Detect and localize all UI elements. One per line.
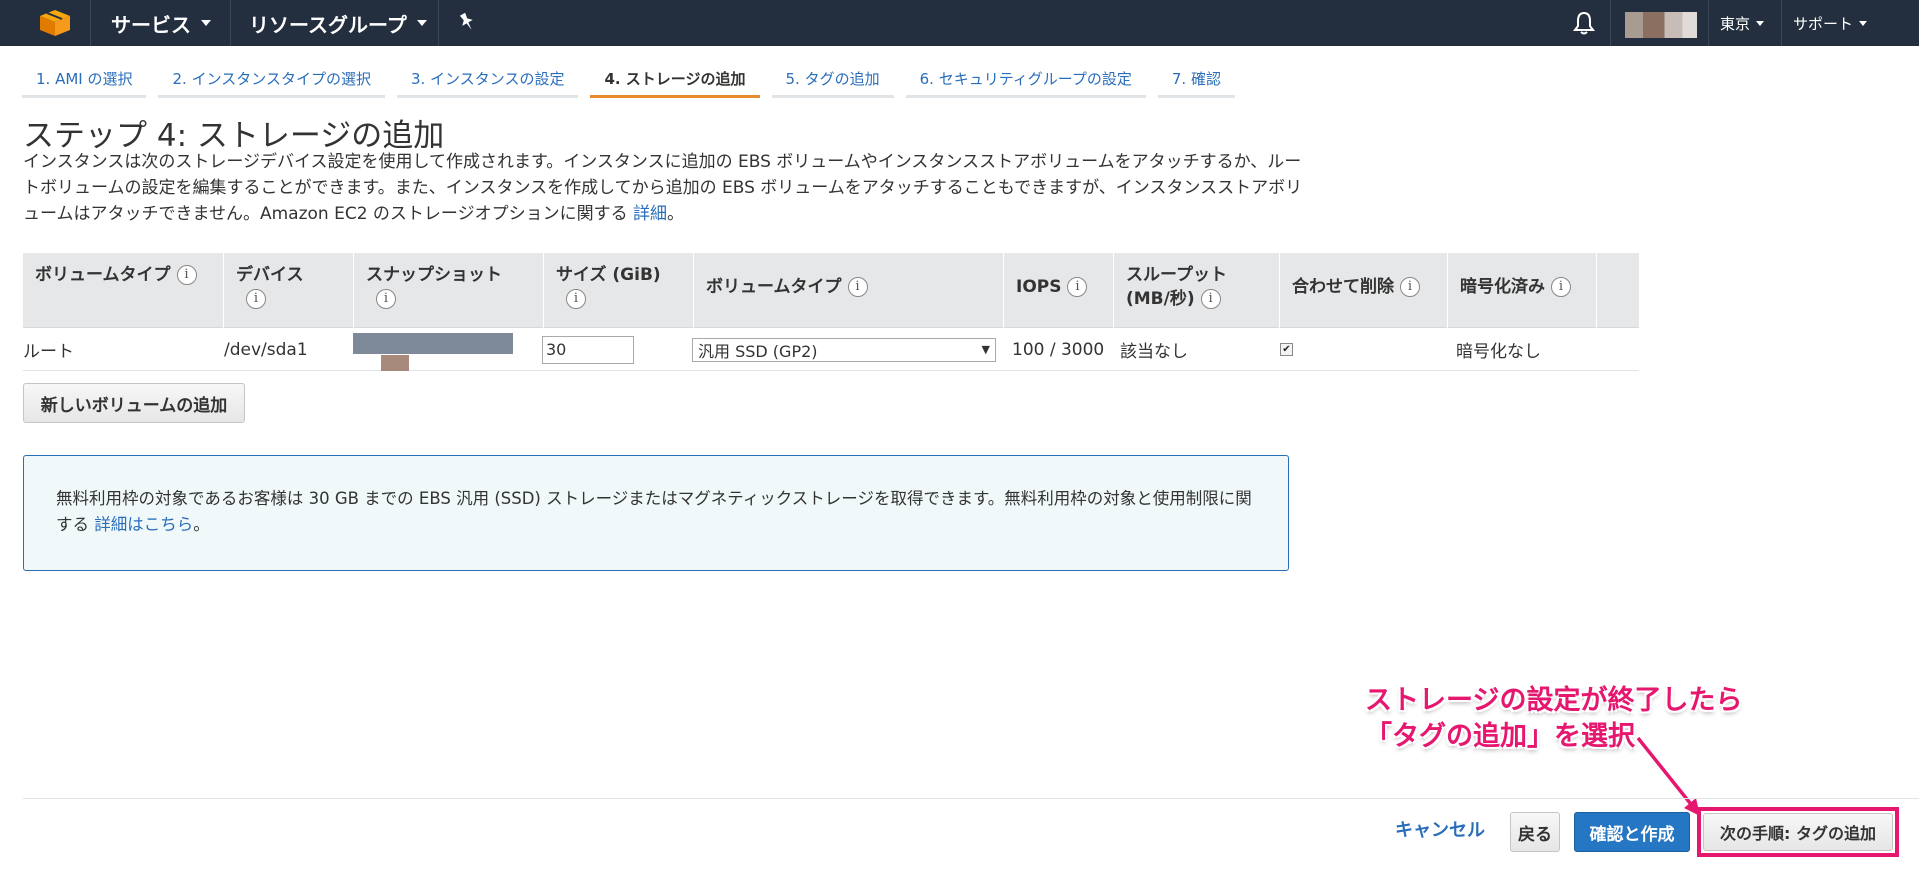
header-label: デバイス bbox=[236, 265, 304, 285]
tab-step-6-security-group[interactable]: 6. セキュリティグループの設定 bbox=[905, 62, 1146, 98]
header-label: スナップショット bbox=[366, 265, 502, 285]
info-icon[interactable]: i bbox=[246, 289, 266, 309]
free-tier-notice: 無料利用枠の対象であるお客様は 30 GB までの EBS 汎用 (SSD) ス… bbox=[23, 455, 1289, 571]
header-label: ボリュームタイプ bbox=[35, 265, 171, 285]
header-label: スループット bbox=[1126, 265, 1227, 285]
info-icon[interactable]: i bbox=[1551, 277, 1571, 297]
info-icon[interactable]: i bbox=[176, 265, 197, 285]
region-menu[interactable]: 東京 bbox=[1720, 0, 1765, 46]
cell-throughput: 該当なし bbox=[1120, 342, 1188, 362]
cell-device: /dev/sda1 bbox=[224, 339, 308, 360]
header-iops: IOPS i bbox=[1003, 253, 1113, 328]
footer-divider bbox=[23, 798, 1919, 799]
annotation-line-1: ストレージの設定が終了したら bbox=[1365, 685, 1743, 716]
tab-step-7-review[interactable]: 7. 確認 bbox=[1157, 62, 1235, 98]
support-label: サポート bbox=[1793, 14, 1854, 33]
annotation-arrow-icon bbox=[1636, 736, 1700, 816]
info-icon[interactable]: i bbox=[376, 289, 396, 309]
cell-snapshot bbox=[353, 330, 513, 373]
nav-divider bbox=[90, 0, 91, 46]
header-delete-on-termination: 合わせて削除 i bbox=[1279, 253, 1447, 328]
cell-volume-type-select: 汎用 SSD (GP2) ▼ bbox=[692, 328, 996, 371]
header-device: デバイス i bbox=[223, 253, 353, 328]
next-button-highlight: 次の手順: タグの追加 bbox=[1697, 807, 1899, 857]
tab-step-5-tags[interactable]: 5. タグの追加 bbox=[771, 62, 894, 98]
size-input[interactable] bbox=[542, 335, 634, 364]
nav-divider bbox=[438, 0, 439, 46]
header-snapshot: スナップショット i bbox=[353, 253, 543, 328]
chevron-down-icon bbox=[416, 20, 427, 26]
header-label: 暗号化済み bbox=[1460, 277, 1545, 297]
info-icon[interactable]: i bbox=[847, 277, 868, 297]
cell-volume-type: ルート bbox=[23, 342, 74, 362]
info-icon[interactable]: i bbox=[1067, 277, 1088, 297]
resource-groups-label: リソースグループ bbox=[249, 12, 407, 37]
add-new-volume-button[interactable]: 新しいボリュームの追加 bbox=[23, 383, 245, 423]
nav-divider bbox=[1708, 0, 1709, 46]
cell-encrypted: 暗号化なし bbox=[1456, 342, 1541, 362]
table-row: ルート /dev/sda1 汎用 SSD (GP2) ▼ 100 / 3000 … bbox=[23, 328, 1639, 371]
header-label: サイズ (GiB) bbox=[556, 265, 661, 285]
chevron-down-icon bbox=[1859, 20, 1868, 26]
chevron-down-icon bbox=[1756, 20, 1765, 26]
nav-divider bbox=[1610, 0, 1611, 46]
page-description: インスタンスは次のストレージデバイス設定を使用して作成されます。インスタンスに追… bbox=[23, 149, 1313, 227]
header-label: IOPS bbox=[1016, 277, 1062, 297]
description-end: 。 bbox=[667, 204, 684, 224]
header-label: 合わせて削除 bbox=[1292, 277, 1394, 297]
header-volume-type-select: ボリュームタイプ i bbox=[693, 253, 1003, 328]
notice-end: 。 bbox=[193, 515, 210, 534]
header-volume-type: ボリュームタイプ i bbox=[23, 253, 223, 328]
notification-bell-icon[interactable] bbox=[1572, 10, 1596, 36]
header-label: ボリュームタイプ bbox=[706, 277, 842, 297]
tab-step-1-ami[interactable]: 1. AMI の選択 bbox=[22, 62, 147, 98]
nav-divider bbox=[230, 0, 231, 46]
support-menu[interactable]: サポート bbox=[1793, 0, 1868, 46]
info-icon[interactable]: i bbox=[566, 289, 586, 309]
header-encrypted: 暗号化済み i bbox=[1447, 253, 1597, 328]
volume-type-select[interactable]: 汎用 SSD (GP2) ▼ bbox=[692, 337, 996, 362]
aws-cube-logo-icon[interactable] bbox=[38, 9, 72, 37]
table-header: ボリュームタイプ i デバイス i スナップショット i サイズ (GiB) i ボリュ… bbox=[23, 253, 1639, 328]
header-unit: (MB/秒) bbox=[1126, 289, 1195, 309]
wizard-steps: 1. AMI の選択 2. インスタンスタイプの選択 3. インスタンスの設定 … bbox=[22, 62, 1247, 98]
delete-on-termination-checkbox[interactable]: ✔ bbox=[1280, 343, 1293, 356]
cell-size bbox=[542, 328, 634, 371]
dropdown-arrow-icon: ▼ bbox=[981, 343, 990, 356]
cell-iops: 100 / 3000 bbox=[1012, 339, 1105, 360]
header-throughput: スループット (MB/秒) i bbox=[1113, 253, 1279, 328]
header-size: サイズ (GiB) i bbox=[543, 253, 693, 328]
top-navigation: サービス リソースグループ 東京 サポート bbox=[0, 0, 1919, 46]
tab-step-4-storage[interactable]: 4. ストレージの追加 bbox=[590, 62, 760, 98]
resource-groups-menu[interactable]: リソースグループ bbox=[249, 0, 427, 46]
services-menu[interactable]: サービス bbox=[111, 0, 211, 46]
storage-table: ボリュームタイプ i デバイス i スナップショット i サイズ (GiB) i ボリュ… bbox=[23, 253, 1639, 371]
tab-step-3-instance-config[interactable]: 3. インスタンスの設定 bbox=[396, 62, 579, 98]
notice-text: 無料利用枠の対象であるお客様は 30 GB までの EBS 汎用 (SSD) ス… bbox=[56, 489, 1252, 534]
next-add-tags-button[interactable]: 次の手順: タグの追加 bbox=[1703, 813, 1893, 851]
tab-step-2-instance-type[interactable]: 2. インスタンスタイプの選択 bbox=[158, 62, 385, 98]
snapshot-id-redacted bbox=[353, 332, 513, 371]
cell-delete-on-termination: ✔ bbox=[1280, 328, 1293, 371]
nav-divider bbox=[1781, 0, 1782, 46]
details-link[interactable]: 詳細 bbox=[633, 204, 667, 224]
notice-details-link[interactable]: 詳細はこちら bbox=[94, 515, 193, 534]
back-button[interactable]: 戻る bbox=[1510, 812, 1560, 852]
region-label: 東京 bbox=[1720, 14, 1751, 33]
info-icon[interactable]: i bbox=[1400, 277, 1420, 297]
info-icon[interactable]: i bbox=[1200, 289, 1221, 309]
services-label: サービス bbox=[111, 12, 191, 37]
volume-type-selected: 汎用 SSD (GP2) bbox=[698, 341, 818, 361]
account-menu-avatar[interactable] bbox=[1625, 12, 1697, 38]
cancel-link[interactable]: キャンセル bbox=[1395, 816, 1485, 842]
review-and-launch-button[interactable]: 確認と作成 bbox=[1574, 812, 1690, 852]
pin-icon[interactable] bbox=[456, 11, 478, 33]
chevron-down-icon bbox=[201, 20, 211, 26]
